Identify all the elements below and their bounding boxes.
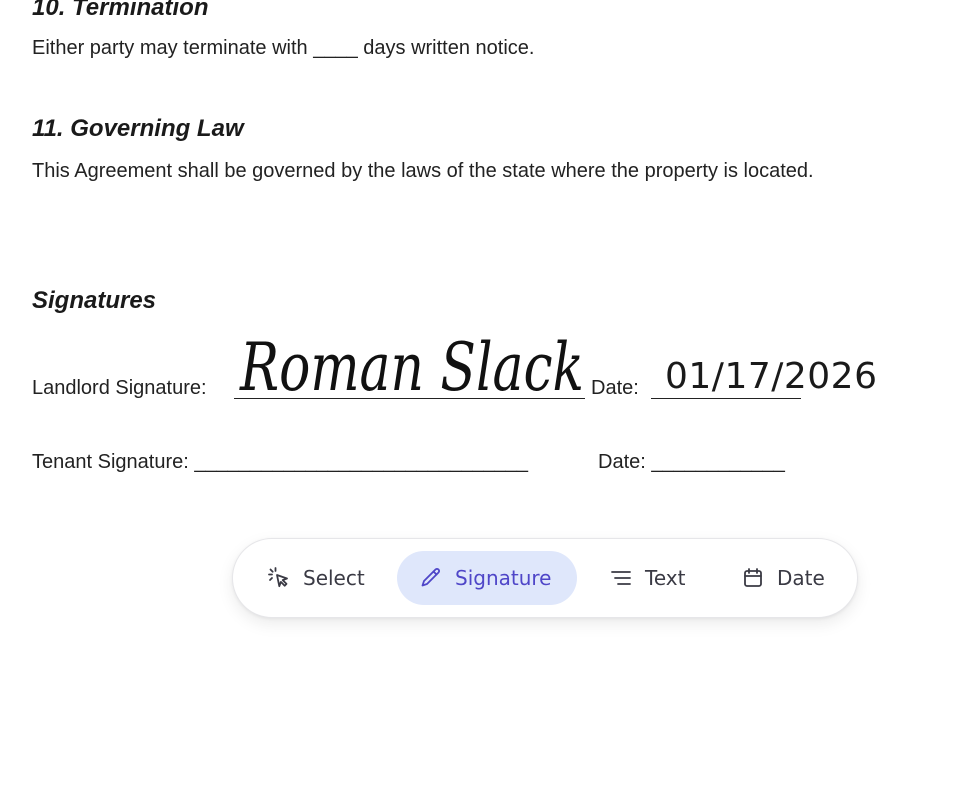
select-cursor-icon [267,566,291,590]
date-tool-label: Date [777,566,825,590]
section-body-governing-law: This Agreement shall be governed by the … [32,160,814,182]
signature-tool-label: Signature [455,566,552,590]
tenant-signature-field[interactable]: Tenant Signature: ______________________… [32,450,528,474]
signatures-heading: Signatures [32,287,157,314]
text-tool-button[interactable]: Text [607,551,685,605]
select-tool-label: Select [303,566,365,590]
landlord-signature-label: Landlord Signature: [32,377,207,399]
section-heading-termination: 10. Termination [32,0,209,21]
landlord-date-label: Date: [591,377,639,399]
landlord-signature-image[interactable]: Roman Slack [236,322,592,406]
landlord-date-value[interactable]: 01/17/2026 [665,356,878,398]
tenant-date-field[interactable]: Date: ____________ [598,450,785,474]
text-tool-label: Text [645,566,686,590]
signature-tool-button[interactable]: Signature [397,551,577,605]
landlord-date-line[interactable] [651,398,801,399]
pencil-icon [419,566,443,590]
signature-script-text: Roman Slack [239,329,584,406]
text-lines-icon [609,566,633,590]
section-body-termination: Either party may terminate with ____ day… [32,37,535,59]
date-tool-button[interactable]: Date [739,551,825,605]
annotation-toolbar: Select Signature Text Date [232,538,858,618]
document-page: 10. Termination Either party may termina… [0,0,968,789]
section-heading-governing-law: 11. Governing Law [32,115,244,142]
select-tool-button[interactable]: Select [265,551,365,605]
calendar-icon [741,566,765,590]
